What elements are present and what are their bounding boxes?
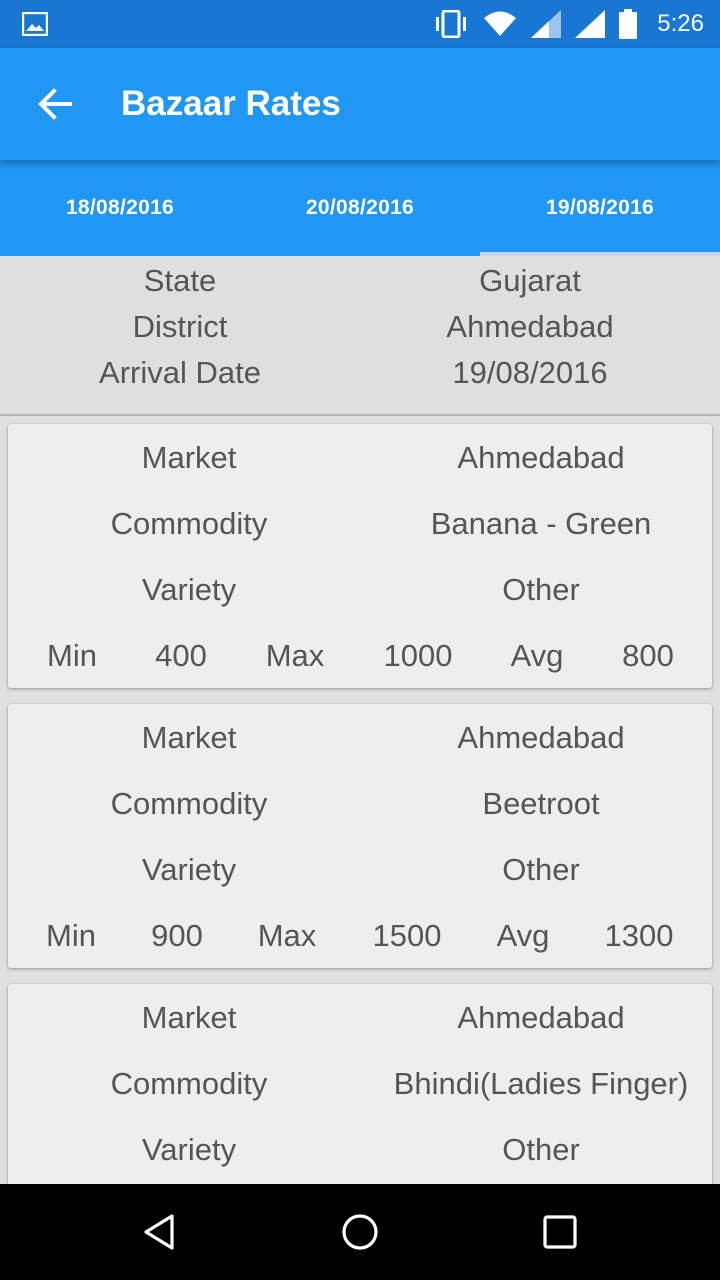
page-title: Bazaar Rates [121,84,341,123]
market-value: Ahmedabad [457,1000,625,1035]
clock: 5:26 [657,10,704,37]
market-value: Ahmedabad [457,440,625,475]
signal-full-icon [575,10,606,38]
variety-row: Variety Other [8,1117,712,1183]
state-label: State [143,263,217,298]
market-row: Market Ahmedabad [8,985,712,1051]
market-label: Market [141,1000,237,1035]
variety-value: Other [502,852,580,887]
variety-value: Other [502,572,580,607]
recents-square-icon[interactable] [540,1212,580,1252]
commodity-label: Commodity [110,786,268,821]
min-label: Min [47,638,97,673]
wifi-icon [484,11,517,36]
system-nav-bar [0,1184,720,1280]
variety-value: Other [502,1132,580,1167]
min-value: 400 [155,638,207,673]
market-row: Market Ahmedabad [8,425,712,491]
variety-label: Variety [141,572,237,607]
commodity-label: Commodity [110,1066,268,1101]
tab-label: 20/08/2016 [305,196,415,219]
tab-date-2[interactable]: 20/08/2016 [240,160,480,256]
market-label: Market [141,720,237,755]
price-row: Min 400 Max 1000 Avg 800 [8,623,712,689]
rate-card[interactable]: Market Ahmedabad Commodity Beetroot Vari… [8,704,712,968]
commodity-value: Banana - Green [430,506,652,541]
tab-date-3[interactable]: 19/08/2016 [480,160,720,256]
commodity-value: Beetroot [482,786,600,821]
state-row: State Gujarat [0,258,720,304]
home-circle-icon[interactable] [340,1212,380,1252]
image-icon [22,12,48,36]
variety-label: Variety [141,852,237,887]
price-row: Min 900 Max 1500 Avg 1300 [8,903,712,969]
tab-label: 19/08/2016 [545,196,655,219]
location-summary: State Gujarat District Ahmedabad Arrival… [0,256,720,416]
max-value: 1000 [383,638,453,673]
arrival-date-row: Arrival Date 19/08/2016 [0,350,720,396]
variety-label: Variety [141,1132,237,1167]
market-label: Market [141,440,237,475]
date-tabs: 18/08/2016 20/08/2016 19/08/2016 [0,160,720,256]
min-value: 900 [151,918,203,953]
rate-card[interactable]: Market Ahmedabad Commodity Banana - Gree… [8,424,712,688]
avg-value: 1300 [604,918,674,953]
district-label: District [132,309,228,344]
avg-label: Avg [510,638,564,673]
variety-row: Variety Other [8,837,712,903]
commodity-row: Commodity Beetroot [8,771,712,837]
market-row: Market Ahmedabad [8,705,712,771]
market-value: Ahmedabad [457,720,625,755]
min-label: Min [46,918,96,953]
back-triangle-icon[interactable] [140,1212,180,1252]
signal-icon [531,10,562,38]
commodity-label: Commodity [110,506,268,541]
arrow-back-icon[interactable] [34,84,74,124]
commodity-row: Commodity Banana - Green [8,491,712,557]
commodity-value: Bhindi(Ladies Finger) [393,1066,689,1101]
district-value: Ahmedabad [446,309,614,344]
tab-label: 18/08/2016 [65,196,175,219]
tab-date-1[interactable]: 18/08/2016 [0,160,240,256]
max-value: 1500 [372,918,442,953]
max-label: Max [257,918,317,953]
variety-row: Variety Other [8,557,712,623]
avg-label: Avg [496,918,550,953]
arrival-date-label: Arrival Date [99,355,261,390]
avg-value: 800 [622,638,674,673]
app-bar: Bazaar Rates [0,48,720,160]
state-value: Gujarat [479,263,581,298]
max-label: Max [265,638,325,673]
commodity-row: Commodity Bhindi(Ladies Finger) [8,1051,712,1117]
district-row: District Ahmedabad [0,304,720,350]
battery-icon [619,9,638,39]
vibrate-icon [436,10,467,38]
arrival-date-value: 19/08/2016 [452,355,608,390]
status-bar: 5:26 [0,0,720,48]
